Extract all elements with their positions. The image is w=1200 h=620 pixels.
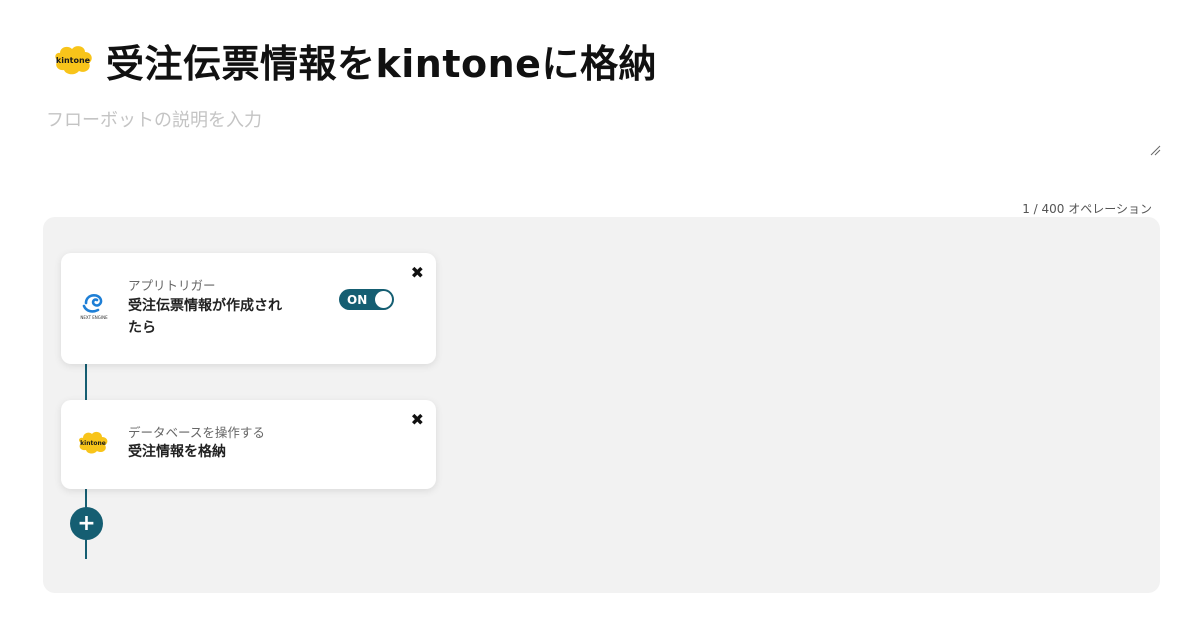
close-icon[interactable]: ✖	[411, 265, 424, 281]
svg-text:NEXT ENGINE: NEXT ENGINE	[80, 315, 108, 320]
title-row: kintone 受注伝票情報をkintoneに格納	[52, 32, 657, 88]
svg-text:kintone: kintone	[80, 440, 106, 447]
step-title: 受注伝票情報が作成されたら	[128, 298, 282, 336]
toggle-label: ON	[347, 292, 368, 307]
plus-icon: +	[77, 511, 96, 536]
step-title: 受注情報を格納	[128, 444, 226, 460]
step-type-label: データベースを操作する	[128, 425, 265, 440]
close-icon[interactable]: ✖	[411, 412, 424, 428]
kintone-logo-icon: kintone	[79, 431, 108, 454]
next-engine-logo-icon: NEXT ENGINE	[80, 293, 108, 320]
resize-grip-icon[interactable]	[1149, 144, 1161, 156]
toggle-knob	[375, 291, 392, 308]
flowbot-description-input[interactable]	[46, 106, 1162, 158]
svg-text:kintone: kintone	[56, 56, 91, 65]
page-title[interactable]: 受注伝票情報をkintoneに格納	[106, 33, 657, 88]
step-type-label: アプリトリガー	[128, 278, 216, 293]
database-step-card[interactable]: kintone データベースを操作する 受注情報を格納 ✖	[61, 400, 436, 489]
trigger-toggle[interactable]: ON	[339, 289, 394, 310]
flow-connector-line	[85, 364, 87, 400]
operation-count: 1 / 400 オペレーション	[1022, 202, 1152, 216]
add-step-button[interactable]: +	[70, 507, 103, 540]
trigger-step-card[interactable]: NEXT ENGINE アプリトリガー 受注伝票情報が作成されたら ON ✖	[61, 253, 436, 364]
kintone-logo-icon: kintone	[55, 46, 92, 75]
